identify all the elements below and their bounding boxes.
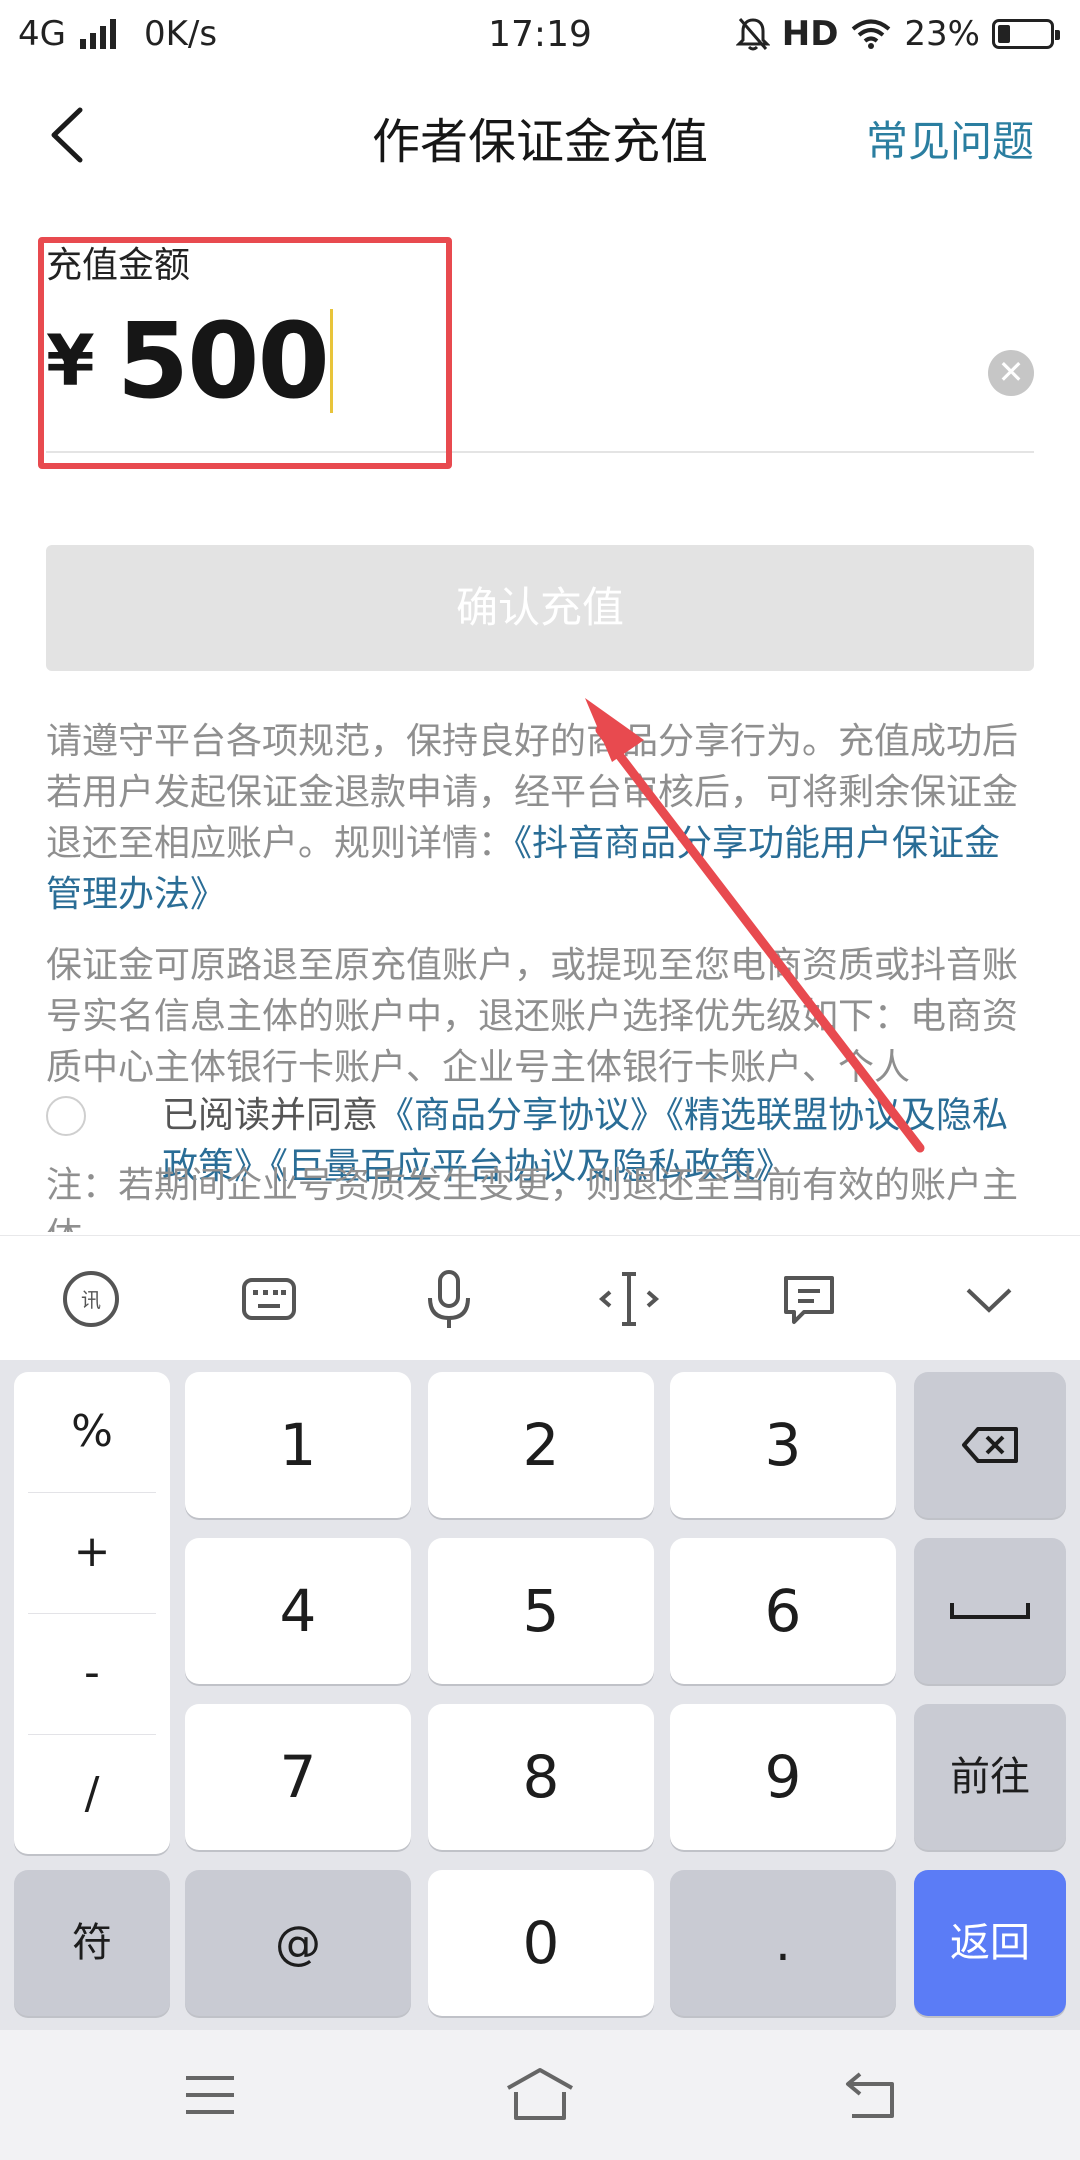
cursor-move-icon[interactable] (594, 1264, 664, 1334)
symbol-column: % + - / (14, 1372, 170, 1854)
backspace-icon (962, 1427, 1018, 1463)
svg-text:讯: 讯 (81, 1288, 101, 1312)
keyboard-layout-icon[interactable] (234, 1264, 304, 1334)
system-nav-bar (0, 2030, 1080, 2160)
keyboard-toolbar: 讯 (0, 1235, 1080, 1361)
key-2[interactable]: 2 (428, 1372, 654, 1518)
slash-key[interactable]: / (14, 1734, 170, 1854)
backspace-key[interactable] (914, 1372, 1066, 1518)
home-icon[interactable] (504, 2066, 576, 2124)
space-icon (950, 1603, 1030, 1619)
key-3[interactable]: 3 (670, 1372, 896, 1518)
go-key[interactable]: 前往 (914, 1704, 1066, 1850)
microphone-icon[interactable] (414, 1264, 484, 1334)
collapse-keyboard-icon[interactable] (954, 1264, 1024, 1334)
dot-key[interactable]: . (670, 1870, 896, 2016)
return-key[interactable]: 返回 (914, 1870, 1066, 2016)
space-key[interactable] (914, 1538, 1066, 1684)
key-8[interactable]: 8 (428, 1704, 654, 1850)
minus-key[interactable]: - (14, 1613, 170, 1733)
message-icon[interactable] (774, 1264, 844, 1334)
symbols-key[interactable]: 符 (14, 1870, 170, 2016)
percent-key[interactable]: % (14, 1372, 170, 1492)
at-key[interactable]: @ (185, 1870, 411, 2016)
key-4[interactable]: 4 (185, 1538, 411, 1684)
key-9[interactable]: 9 (670, 1704, 896, 1850)
key-1[interactable]: 1 (185, 1372, 411, 1518)
key-5[interactable]: 5 (428, 1538, 654, 1684)
annotation-arrow (585, 698, 925, 1153)
ime-logo-icon[interactable]: 讯 (56, 1264, 126, 1334)
key-6[interactable]: 6 (670, 1538, 896, 1684)
back-nav-icon[interactable] (840, 2068, 900, 2122)
plus-key[interactable]: + (14, 1492, 170, 1612)
key-0[interactable]: 0 (428, 1870, 654, 2016)
key-7[interactable]: 7 (185, 1704, 411, 1850)
menu-icon[interactable] (182, 2070, 238, 2120)
